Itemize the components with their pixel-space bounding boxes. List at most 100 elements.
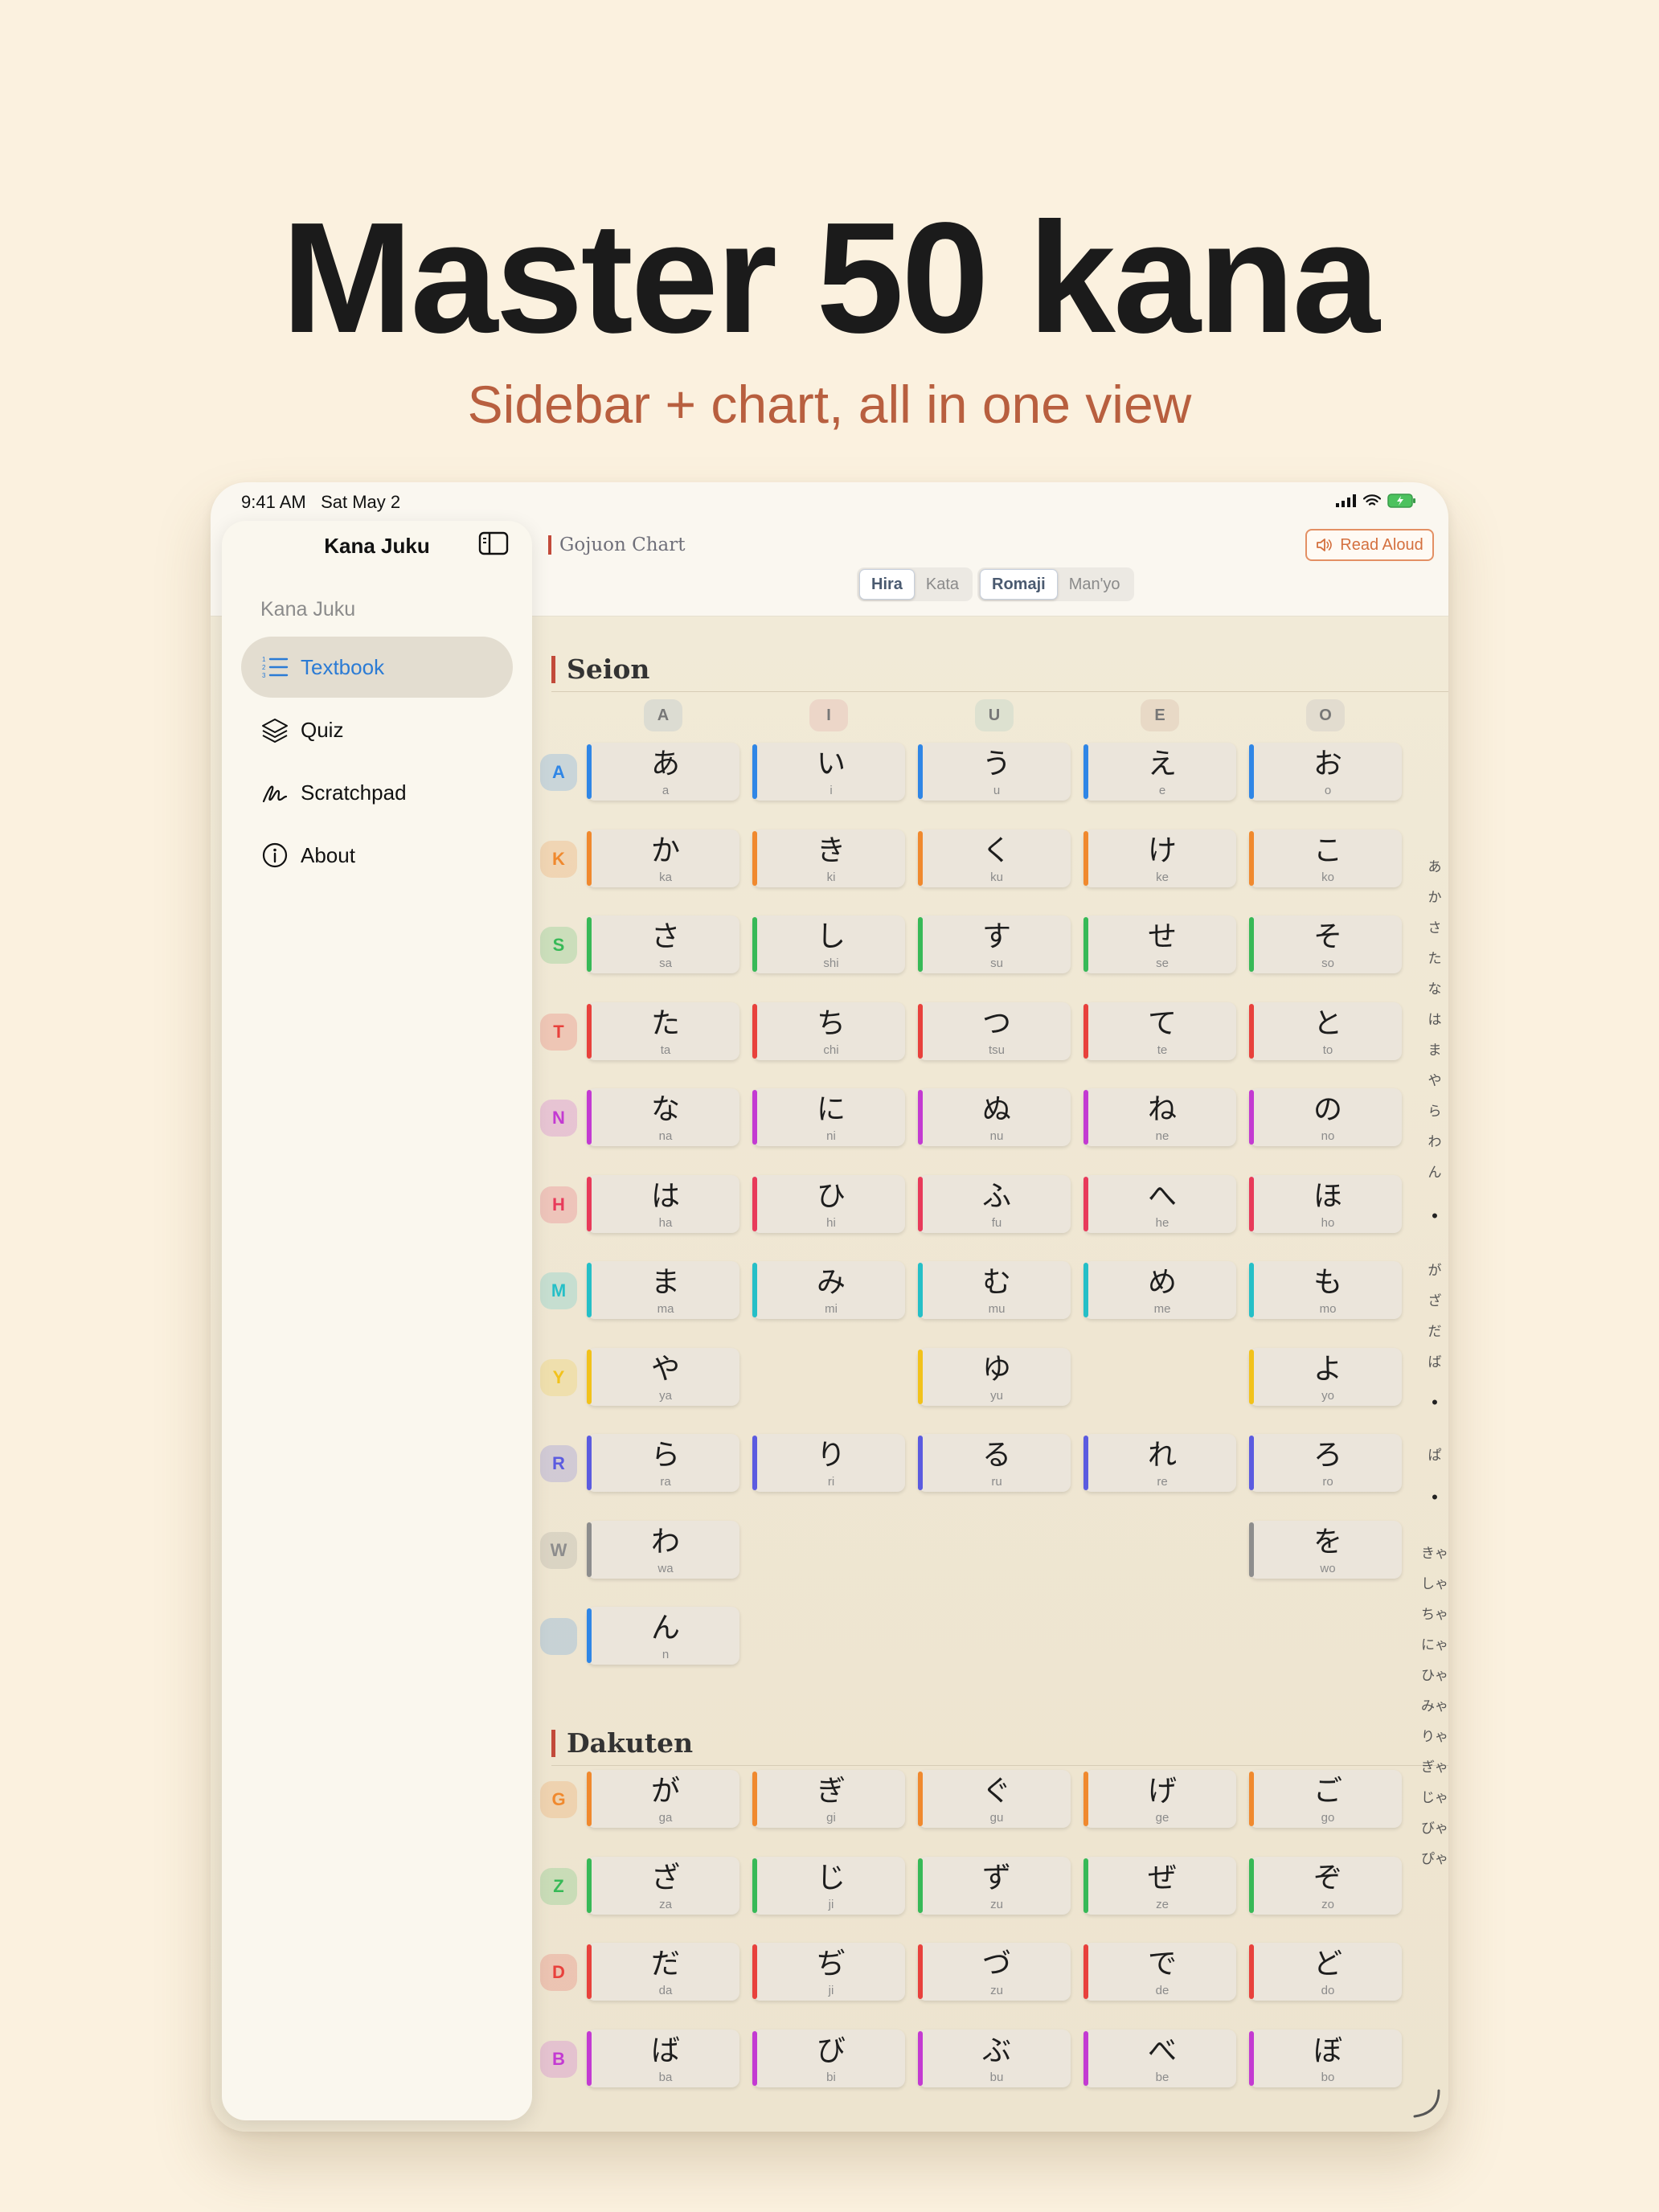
row-header[interactable]: Y [540, 1358, 577, 1396]
kana-cell[interactable]: ば ba [587, 2029, 739, 2087]
sidebar-item-textbook[interactable]: 123 Textbook [241, 637, 513, 698]
kana-cell[interactable]: を wo [1249, 1520, 1402, 1579]
kana-cell[interactable]: うu [918, 743, 1071, 801]
kana-cell[interactable]: か ka [587, 829, 739, 887]
index-entry[interactable]: • [1421, 1392, 1448, 1413]
kana-cell[interactable]: や ya [587, 1347, 739, 1406]
kana-cell[interactable]: の no [1249, 1088, 1402, 1146]
resize-handle-icon[interactable] [1410, 2087, 1442, 2124]
kana-cell[interactable]: た ta [587, 1002, 739, 1060]
index-entry[interactable]: ん [1421, 1161, 1448, 1181]
kana-cell[interactable]: ひ hi [752, 1174, 905, 1233]
read-aloud-button[interactable]: Read Aloud [1305, 529, 1434, 561]
index-entry[interactable]: ま [1421, 1038, 1448, 1059]
kana-cell[interactable]: ご go [1249, 1770, 1402, 1828]
kana-cell[interactable]: そ so [1249, 916, 1402, 973]
index-entry[interactable]: ひゃ [1421, 1664, 1448, 1684]
kana-cell[interactable]: ぢ ji [752, 1943, 905, 2001]
kana-cell[interactable]: き ki [752, 829, 905, 887]
segment-romaji[interactable]: Romaji [980, 569, 1058, 600]
kana-cell[interactable]: あa [587, 743, 739, 801]
kana-cell[interactable]: ぶ bu [918, 2029, 1071, 2087]
kana-cell[interactable]: ぎ gi [752, 1770, 905, 1828]
index-entry[interactable]: ば [1421, 1350, 1448, 1370]
index-entry[interactable]: ぎゃ [1421, 1755, 1448, 1776]
kana-cell[interactable]: わ wa [587, 1520, 739, 1579]
kana-cell[interactable]: こ ko [1249, 829, 1402, 887]
kana-cell[interactable]: は ha [587, 1174, 739, 1233]
kana-cell[interactable]: じ ji [752, 1856, 905, 1915]
row-header[interactable]: W [540, 1531, 577, 1569]
index-entry[interactable]: びゃ [1421, 1817, 1448, 1837]
segment-manyo[interactable]: Man'yo [1058, 570, 1132, 599]
sidebar-toggle-icon[interactable] [477, 530, 510, 560]
kana-cell[interactable]: れ re [1083, 1434, 1236, 1492]
kana-cell[interactable]: ほ ho [1249, 1174, 1402, 1233]
section-index-bar[interactable]: あかさたなはまやらわん • がざだば • ぱ • きゃ しゃ ちゃ にゃ ひゃ みゃ りゃ ぎゃ じゃ びゃぴ… [1421, 482, 1448, 2132]
index-entry[interactable]: な [1421, 977, 1448, 997]
row-header[interactable]: M [540, 1272, 577, 1309]
kana-cell[interactable]: つ tsu [918, 1002, 1071, 1060]
row-header[interactable]: H [540, 1186, 577, 1223]
kana-cell[interactable]: に ni [752, 1088, 905, 1146]
kana-cell[interactable]: えe [1083, 743, 1236, 801]
kana-cell[interactable]: ざ za [587, 1856, 739, 1915]
kana-cell[interactable]: さ sa [587, 916, 739, 973]
index-entry[interactable]: は [1421, 1008, 1448, 1028]
reading-toggle[interactable]: Romaji Man'yo [977, 567, 1134, 601]
kana-cell[interactable]: ぜ ze [1083, 1856, 1236, 1915]
kana-cell[interactable]: び bi [752, 2029, 905, 2087]
segment-kata[interactable]: Kata [915, 570, 970, 599]
kana-cell[interactable]: げ ge [1083, 1770, 1236, 1828]
index-entry[interactable]: ざ [1421, 1289, 1448, 1309]
kana-cell[interactable]: ろ ro [1249, 1434, 1402, 1492]
index-entry[interactable]: や [1421, 1069, 1448, 1089]
index-entry[interactable]: だ [1421, 1320, 1448, 1340]
index-entry[interactable]: か [1421, 886, 1448, 906]
kana-cell[interactable]: ど do [1249, 1943, 1402, 2001]
kana-cell[interactable]: し shi [752, 916, 905, 973]
kana-cell[interactable]: ぞ zo [1249, 1856, 1402, 1915]
kana-cell[interactable]: べ be [1083, 2029, 1236, 2087]
kana-cell[interactable]: ね ne [1083, 1088, 1236, 1146]
kana-cell[interactable]: ぐ gu [918, 1770, 1071, 1828]
kana-cell[interactable]: め me [1083, 1261, 1236, 1319]
kana-cell[interactable]: す su [918, 916, 1071, 973]
row-header[interactable] [540, 1618, 577, 1655]
row-header[interactable]: A [540, 754, 577, 791]
index-entry[interactable]: た [1421, 947, 1448, 967]
kana-cell[interactable]: おo [1249, 743, 1402, 801]
segment-hira[interactable]: Hira [859, 569, 915, 600]
kana-cell[interactable]: ぼ bo [1249, 2029, 1402, 2087]
index-entry[interactable]: • [1421, 1206, 1448, 1227]
kana-cell[interactable]: んn [587, 1607, 739, 1665]
row-header[interactable]: Z [540, 1867, 577, 1905]
kana-cell[interactable]: へ he [1083, 1174, 1236, 1233]
kana-cell[interactable]: ら ra [587, 1434, 739, 1492]
row-header[interactable]: R [540, 1445, 577, 1482]
index-entry[interactable]: ら [1421, 1100, 1448, 1120]
row-header[interactable]: G [540, 1781, 577, 1818]
kana-cell[interactable]: な na [587, 1088, 739, 1146]
kana-cell[interactable]: て te [1083, 1002, 1236, 1060]
index-entry[interactable]: さ [1421, 916, 1448, 936]
row-header[interactable]: T [540, 1013, 577, 1051]
kana-cell[interactable]: も mo [1249, 1261, 1402, 1319]
index-entry[interactable]: しゃ [1421, 1572, 1448, 1592]
kana-cell[interactable]: と to [1249, 1002, 1402, 1060]
index-entry[interactable]: あ [1421, 855, 1448, 875]
index-entry[interactable]: じゃ [1421, 1786, 1448, 1806]
kana-cell[interactable]: せ se [1083, 916, 1236, 973]
index-entry[interactable]: ぱ [1421, 1444, 1448, 1464]
row-header[interactable]: B [540, 2040, 577, 2078]
index-entry[interactable]: みゃ [1421, 1694, 1448, 1714]
kana-cell[interactable]: いi [752, 743, 905, 801]
index-entry[interactable]: にゃ [1421, 1633, 1448, 1653]
row-header[interactable]: S [540, 927, 577, 964]
kana-cell[interactable]: ふ fu [918, 1174, 1071, 1233]
kana-cell[interactable]: ぬ nu [918, 1088, 1071, 1146]
index-entry[interactable]: が [1421, 1259, 1448, 1279]
script-toggle[interactable]: Hira Kata [857, 567, 973, 601]
kana-cell[interactable]: ま ma [587, 1261, 739, 1319]
index-entry[interactable]: わ [1421, 1130, 1448, 1150]
